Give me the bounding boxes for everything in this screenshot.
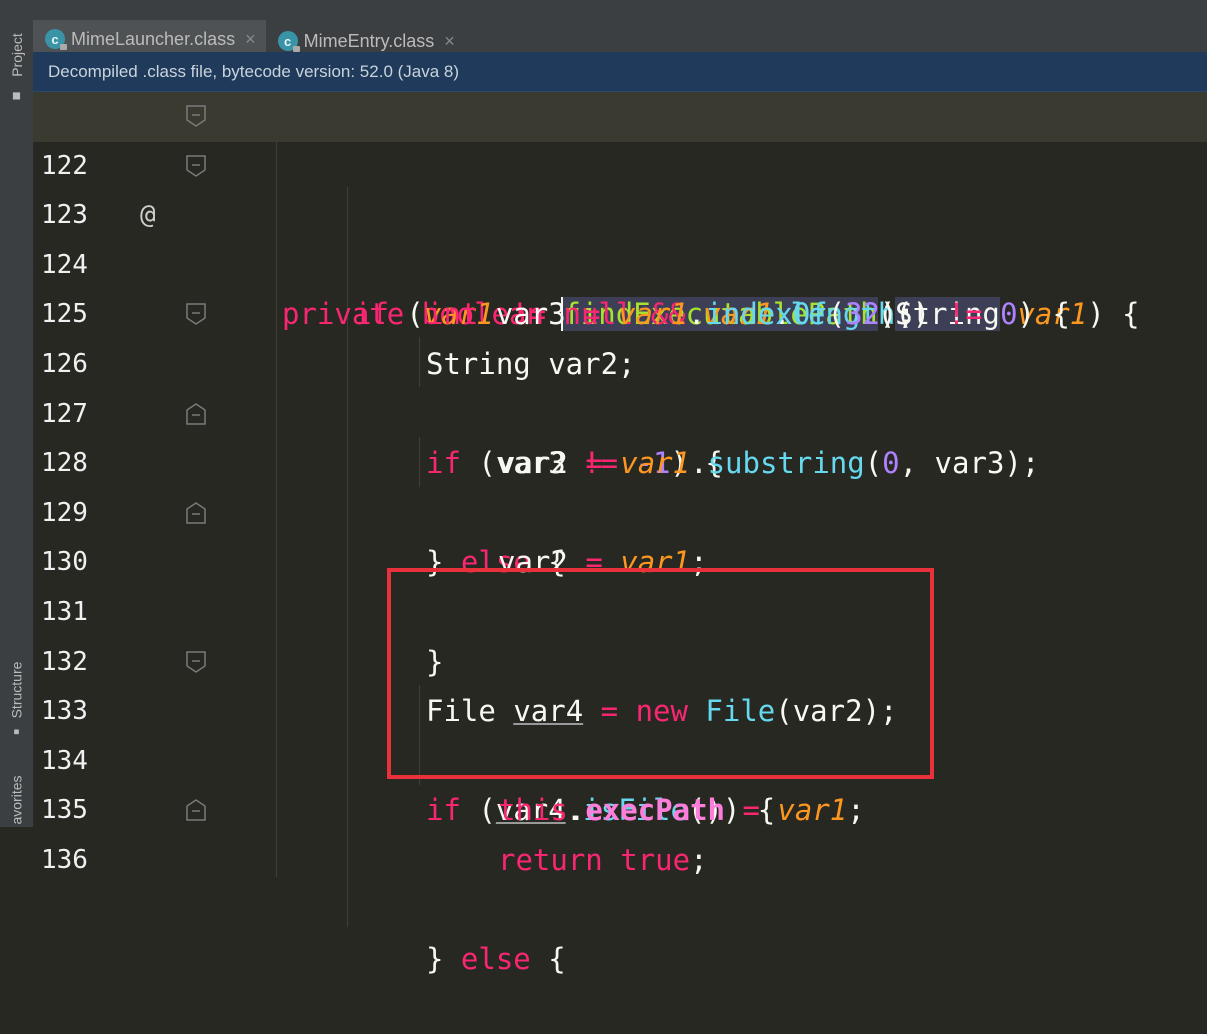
structure-tab-label: Structure: [8, 661, 25, 719]
code-text: } else {: [426, 942, 566, 977]
fold-collapse-icon[interactable]: [185, 154, 207, 178]
fold-expand-end-icon[interactable]: [185, 402, 207, 426]
code-line-132[interactable]: 132 File var4 = new File(var2);: [33, 588, 1207, 729]
folder-icon: ■: [12, 88, 21, 102]
code-line-131[interactable]: 131: [33, 538, 1207, 627]
decompiled-notice-banner: Decompiled .class file, bytecode version…: [33, 52, 1207, 92]
code-line-126[interactable]: 126 if (var3 != -1) {: [33, 290, 1207, 480]
banner-text: Decompiled .class file, bytecode version…: [48, 61, 460, 81]
code-line-134[interactable]: 134 this.execPath = var1;: [33, 687, 1207, 828]
code-line-122[interactable]: 122 @ private boolean findExecutablePath…: [33, 92, 1207, 332]
code-line-129[interactable]: 129 var2 = var1;: [33, 439, 1207, 580]
code-line-124[interactable]: 124 int var3 = var1.indexOf(32);: [33, 191, 1207, 332]
structure-icon: ▪: [12, 724, 21, 738]
close-icon[interactable]: ×: [444, 31, 455, 52]
class-file-icon: c: [277, 31, 300, 52]
fold-collapse-icon[interactable]: [185, 650, 207, 674]
favorites-tool-tab[interactable]: avorites: [0, 765, 33, 835]
code-line-130[interactable]: 130 }: [33, 489, 1207, 679]
code-text: return true;: [498, 842, 708, 877]
fold-expand-end-icon[interactable]: [185, 501, 207, 525]
class-file-icon: c: [45, 29, 67, 50]
fold-collapse-icon[interactable]: [185, 302, 207, 326]
tab-label: MimeEntry.class: [303, 30, 435, 51]
code-editor[interactable]: 122 @ private boolean findExecutablePath…: [33, 92, 1207, 976]
fold-expand-end-icon[interactable]: [185, 798, 207, 822]
editor-tab-bar: c MimeLauncher.class × c MimeEntry.class…: [33, 0, 1207, 62]
code-line-133[interactable]: 133 if (var4.isFile()) {: [33, 638, 1207, 827]
close-icon[interactable]: ×: [245, 29, 256, 50]
structure-tool-tab[interactable]: Structure ▪: [0, 640, 33, 740]
project-tool-tab[interactable]: Project ■: [0, 10, 33, 102]
fold-collapse-icon[interactable]: [185, 104, 207, 128]
tool-window-strip: Project ■ Structure ▪ avorites: [0, 0, 34, 827]
line-number: 136: [41, 844, 88, 875]
code-line-125[interactable]: 125 String var2;: [33, 241, 1207, 381]
project-tab-label: Project: [8, 33, 25, 77]
tab-label: MimeLauncher.class: [71, 28, 236, 49]
code-line-135[interactable]: 135 return true;: [33, 737, 1207, 877]
code-line-123[interactable]: 123 if (var1 != null && var1.length() !=…: [33, 142, 1207, 331]
code-line-127[interactable]: 127 var2 = var1.substring(0, var3);: [33, 340, 1207, 481]
favorites-tab-label: avorites: [8, 775, 25, 825]
code-line-136[interactable]: 136 } else {: [33, 786, 1207, 976]
code-line-128[interactable]: 128 } else {: [33, 390, 1207, 579]
